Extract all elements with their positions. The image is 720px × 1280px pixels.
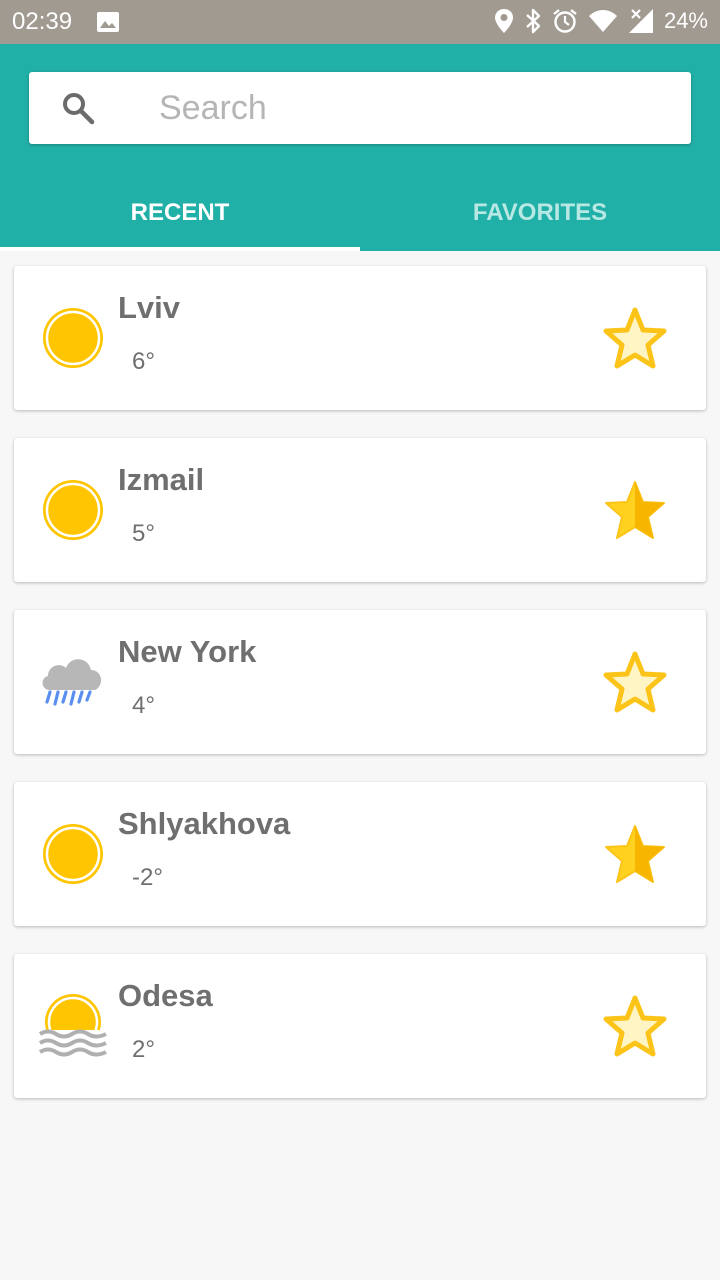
tab-favorites[interactable]: FAVORITES [360,174,720,251]
favorite-star-outline-icon[interactable] [602,994,668,1058]
search-bar[interactable] [29,72,691,144]
city-card[interactable]: New York 4° [14,610,706,754]
alarm-icon [552,8,578,34]
status-bar: 02:39 24% [0,0,720,44]
favorite-star-outline-icon[interactable] [602,650,668,714]
city-temperature: 4° [132,692,155,719]
tab-indicator [0,247,360,251]
city-card[interactable]: Lviv 6° [14,266,706,410]
city-name: Odesa [118,978,213,1013]
city-card[interactable]: Shlyakhova -2° [14,782,706,926]
city-name: Lviv [118,290,181,325]
favorite-star-outline-icon[interactable] [602,306,668,370]
city-temperature: -2° [132,864,163,891]
bluetooth-icon [524,8,542,34]
tab-favorites-label: FAVORITES [472,198,608,226]
search-input[interactable] [159,86,659,130]
status-icons: 24% [494,8,708,34]
tab-recent-label: RECENT [130,198,230,226]
battery-percentage: 24% [663,8,708,33]
city-name: Izmail [118,462,205,497]
city-name: New York [118,634,257,669]
city-temperature: 5° [132,520,155,547]
city-name: Shlyakhova [118,806,291,841]
sun-icon [38,814,108,894]
wifi-icon [588,9,618,33]
status-time: 02:39 [12,8,73,35]
search-icon[interactable] [61,91,95,130]
city-temperature: 2° [132,1036,155,1063]
favorite-star-filled-icon[interactable] [602,478,668,542]
city-card[interactable]: Izmail 5° [14,438,706,582]
sun-icon [38,298,108,378]
sun-haze-icon [38,986,108,1066]
tab-recent[interactable]: RECENT [0,174,360,251]
rain-cloud-icon [38,642,108,722]
image-notification-icon [96,11,120,38]
app-header: RECENT FAVORITES [0,44,720,251]
sun-icon [38,470,108,550]
signal-icon [628,8,654,34]
city-list: Lviv 6° Izmail 5° New York 4° Shlyakhova… [14,266,706,1126]
tab-bar: RECENT FAVORITES [0,174,720,251]
city-card[interactable]: Odesa 2° [14,954,706,1098]
favorite-star-filled-icon[interactable] [602,822,668,886]
city-temperature: 6° [132,348,155,375]
location-icon [494,8,514,34]
